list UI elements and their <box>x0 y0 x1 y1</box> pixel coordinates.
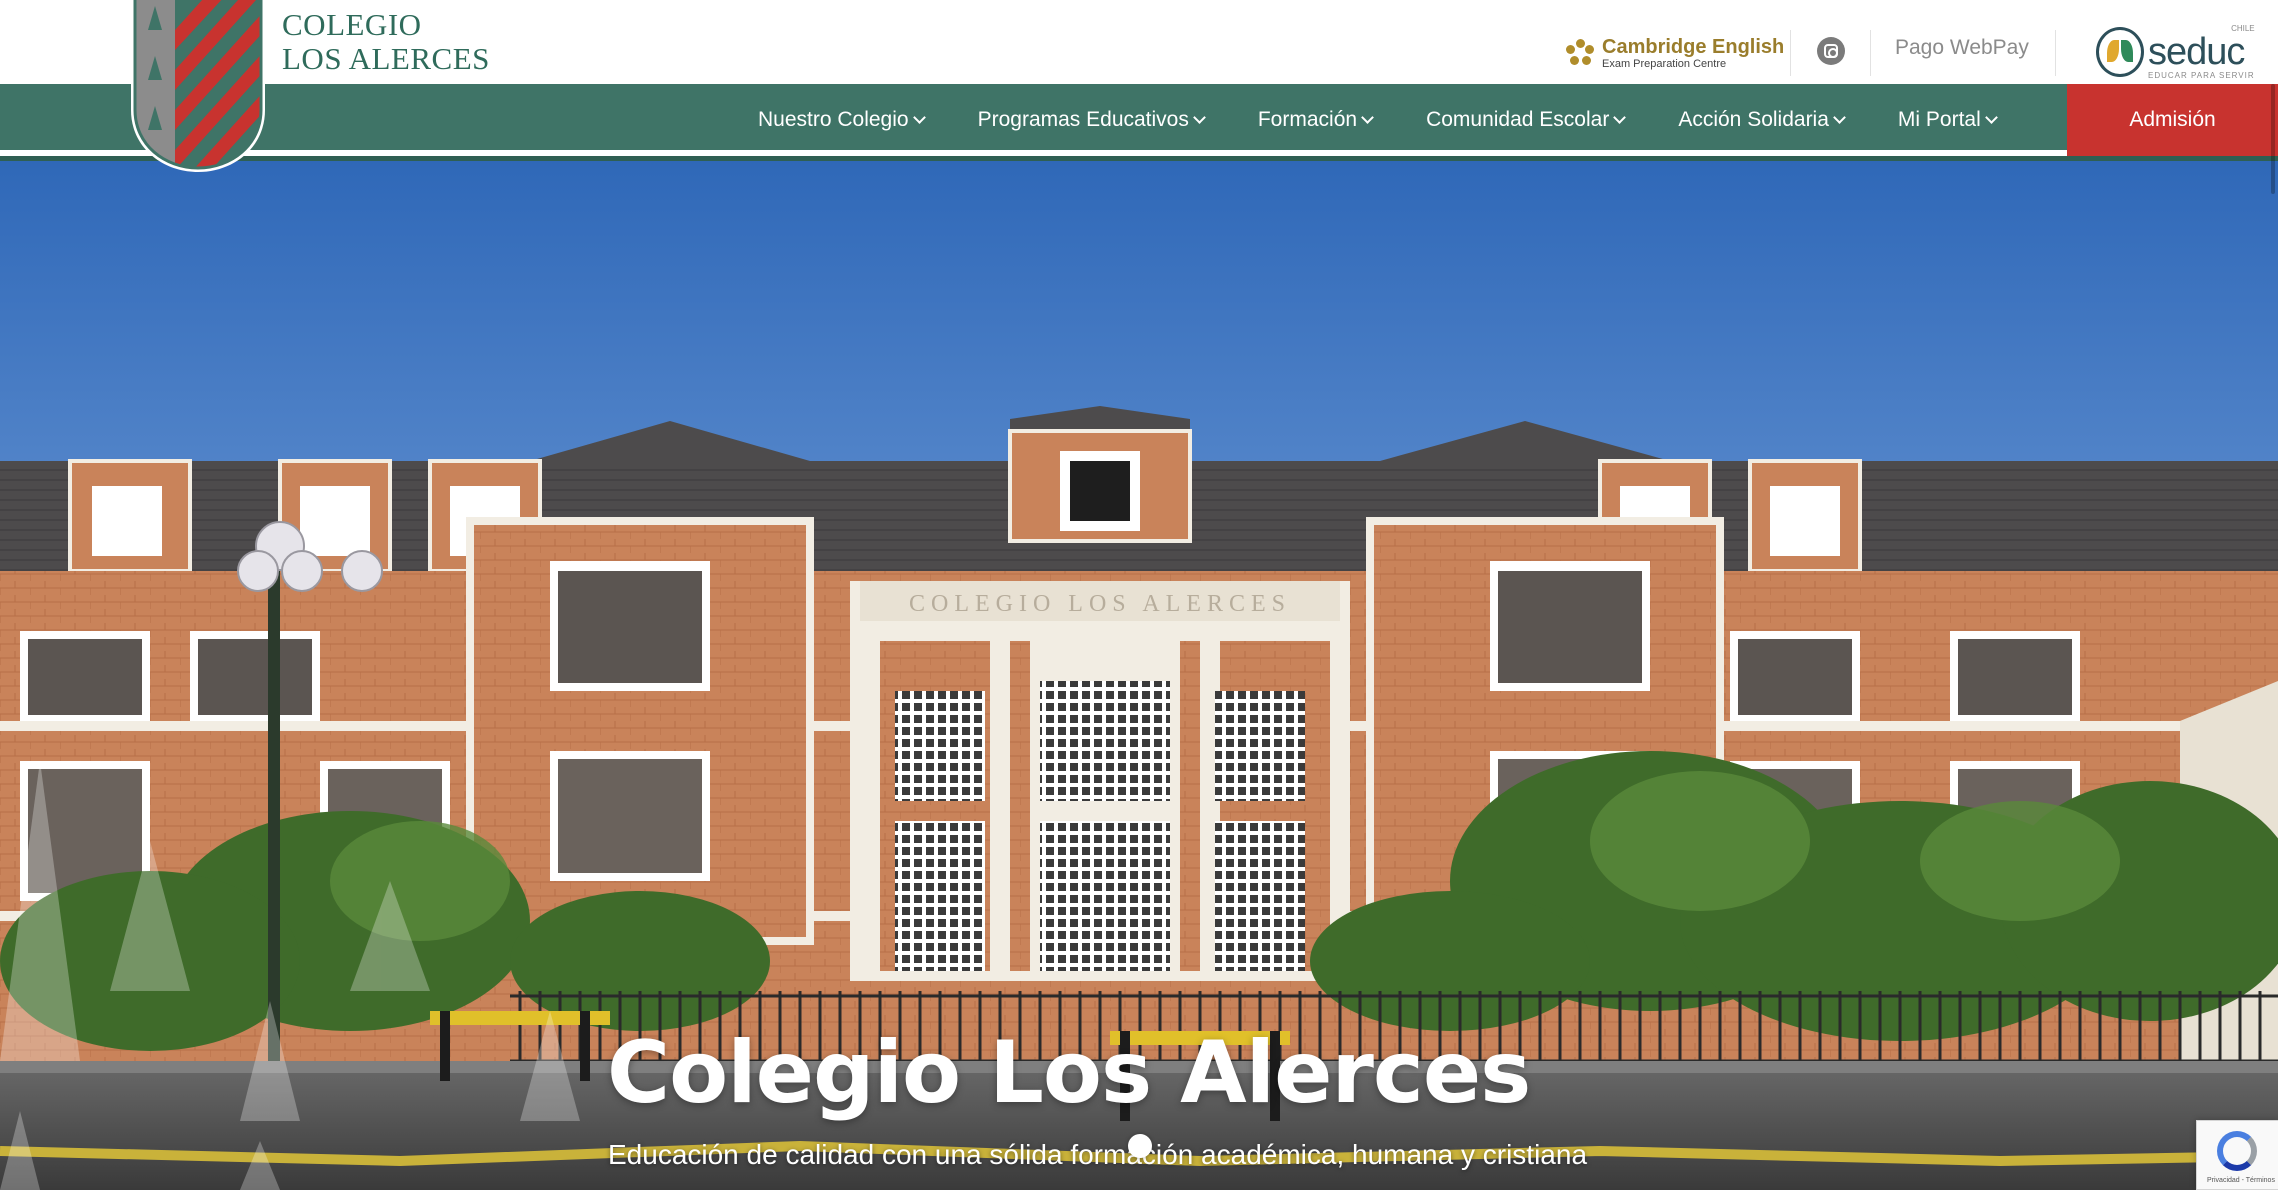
nav-label: Mi Portal <box>1897 108 1981 131</box>
building-inscription: COLEGIO LOS ALERCES <box>909 591 1291 617</box>
hero-banner: COLEGIO LOS ALERCES Colegio Los Alerces … <box>0 161 2278 1190</box>
brand-name[interactable]: COLEGIO LOS ALERCES <box>282 8 490 76</box>
nav-item-mi-portal[interactable]: Mi Portal <box>1897 108 1998 132</box>
nav-label: Nuestro Colegio <box>758 108 909 131</box>
recaptcha-badge[interactable]: Privacidad - Términos <box>2196 1120 2278 1190</box>
slider-dot-active[interactable] <box>1128 1134 1152 1158</box>
nav-item-formacion[interactable]: Formación <box>1257 108 1374 132</box>
cambridge-title: Cambridge English <box>1602 35 1785 58</box>
recaptcha-icon <box>2217 1131 2257 1171</box>
recaptcha-privacy-text: Privacidad - Términos <box>2207 1177 2275 1184</box>
page-scrollbar[interactable] <box>2271 84 2275 194</box>
divider <box>2055 30 2056 76</box>
chevron-down-icon <box>1192 110 1206 124</box>
admision-button[interactable]: Admisión <box>2067 84 2278 156</box>
nav-label: Acción Solidaria <box>1678 108 1829 131</box>
seduc-logo[interactable]: CHILE seduc EDUCAR PARA SERVIR <box>2096 24 2255 80</box>
nav-label: Comunidad Escolar <box>1426 108 1610 131</box>
top-header: COLEGIO LOS ALERCES Cambridge English Ex… <box>0 0 2278 84</box>
seduc-wordmark: seduc <box>2148 31 2245 73</box>
divider <box>1870 30 1871 76</box>
chevron-down-icon <box>912 110 926 124</box>
hero-subtitle: Educación de calidad con una sólida form… <box>608 1139 1588 1170</box>
main-nav: Nuestro Colegio Programas Educativos For… <box>758 84 2050 156</box>
chevron-down-icon <box>1984 110 1998 124</box>
chevron-down-icon <box>1833 110 1846 124</box>
cambridge-english-logo[interactable]: Cambridge English Exam Preparation Centr… <box>1566 32 1784 74</box>
nav-item-nuestro-colegio[interactable]: Nuestro Colegio <box>758 108 926 132</box>
nav-label: Programas Educativos <box>977 108 1189 131</box>
nav-item-comunidad-escolar[interactable]: Comunidad Escolar <box>1426 108 1627 132</box>
pago-webpay-link[interactable]: Pago WebPay <box>1895 36 2029 60</box>
chevron-down-icon <box>1613 110 1627 124</box>
nav-item-programas-educativos[interactable]: Programas Educativos <box>977 108 1206 132</box>
navbar-underline <box>0 156 2278 161</box>
school-crest-logo[interactable] <box>131 0 265 172</box>
seduc-emblem-icon <box>2096 27 2144 77</box>
seduc-tagline: EDUCAR PARA SERVIR <box>2148 71 2255 80</box>
nav-label: Formación <box>1257 108 1358 131</box>
nav-item-accion-solidaria[interactable]: Acción Solidaria <box>1678 108 1846 132</box>
chevron-down-icon <box>1361 110 1374 124</box>
cambridge-flower-icon <box>1566 39 1594 67</box>
hero-title: Colegio Los Alerces <box>607 1023 1531 1123</box>
brand-line-1: COLEGIO <box>282 7 422 42</box>
instagram-icon[interactable] <box>1817 37 1845 65</box>
cambridge-subtitle: Exam Preparation Centre <box>1602 57 1727 70</box>
brand-line-2: LOS ALERCES <box>282 41 490 76</box>
divider <box>1790 30 1791 76</box>
